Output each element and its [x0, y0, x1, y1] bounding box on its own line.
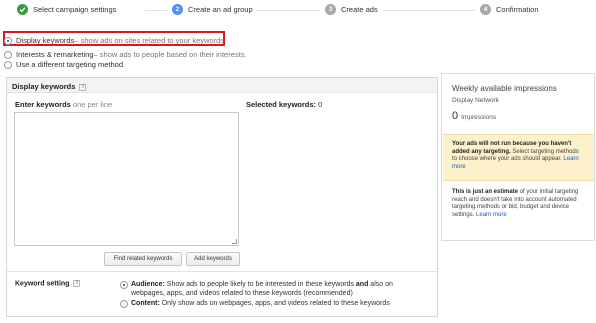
- selected-keywords-label: Selected keywords: 0: [246, 100, 322, 109]
- panel-header: Display keywords ?: [7, 78, 437, 93]
- keyword-setting-label: Keyword setting ?: [15, 280, 81, 288]
- step-select-campaign-settings: Select campaign settings: [17, 4, 116, 15]
- impressions-card: Weekly available impressions Display Net…: [441, 73, 595, 241]
- audience-title: Audience:: [131, 281, 165, 288]
- no-targeting-warning: Your ads will not run because you haven'…: [443, 134, 594, 181]
- note-bold: This is just an estimate: [452, 189, 519, 195]
- content-title: Content:: [131, 300, 160, 307]
- find-related-keywords-button[interactable]: Find related keywords: [104, 252, 182, 266]
- content-option-text: Content: Only show ads on webpages, apps…: [120, 299, 420, 308]
- option-title: Display keywords: [16, 36, 75, 45]
- impressions-label: Impressions: [461, 114, 497, 121]
- targeting-option-display-keywords[interactable]: Display keywords – show ads on sites rel…: [4, 36, 226, 45]
- add-keywords-button[interactable]: Add keywords: [186, 252, 240, 266]
- help-icon[interactable]: ?: [73, 280, 81, 287]
- option-title: Interests & remarketing: [16, 50, 94, 59]
- radio-button[interactable]: [4, 60, 12, 69]
- selected-keywords-text: Selected keywords:: [246, 100, 317, 109]
- targeting-option-interests[interactable]: Interests & remarketing – show ads to pe…: [4, 50, 247, 59]
- audience-and: and: [355, 281, 369, 288]
- divider: [7, 271, 437, 272]
- keyword-setting-text: Keyword setting: [15, 280, 70, 288]
- step-label: Create ads: [341, 5, 378, 14]
- radio-button[interactable]: [4, 36, 12, 45]
- resize-grip-icon[interactable]: [232, 239, 237, 244]
- step-label: Create an ad group: [188, 5, 253, 14]
- keywords-textarea[interactable]: [14, 112, 239, 246]
- option-title: Use a different targeting method: [16, 60, 124, 69]
- audience-option-text: Audience: Show ads to people likely to b…: [120, 280, 420, 298]
- panel-title: Display keywords ?: [12, 82, 87, 91]
- step-create-ad-group: 2 Create an ad group: [172, 4, 253, 15]
- audience-option[interactable]: Audience: Show ads to people likely to b…: [120, 280, 420, 298]
- option-description: – show ads on sites related to your keyw…: [74, 36, 227, 45]
- step-label: Select campaign settings: [33, 5, 117, 14]
- display-keywords-panel: Display keywords ? Enter keywords one pe…: [6, 77, 438, 317]
- enter-keywords-label: Enter keywords one per line: [15, 100, 112, 109]
- enter-keywords-hint: one per line: [72, 100, 113, 109]
- step-number: 2: [172, 4, 183, 15]
- content-option[interactable]: Content: Only show ads on webpages, apps…: [120, 299, 420, 308]
- option-description: – show ads to people based on their inte…: [93, 50, 247, 59]
- wizard-steps: Select campaign settings 2 Create an ad …: [0, 0, 596, 22]
- step-connector: [145, 10, 167, 11]
- impressions-count: 0 Impressions: [452, 110, 496, 122]
- enter-keywords-text: Enter keywords: [15, 100, 71, 109]
- check-icon: [17, 4, 28, 15]
- selected-keywords-count: 0: [318, 100, 323, 109]
- step-confirmation: 4 Confirmation: [480, 4, 539, 15]
- radio-button[interactable]: [120, 281, 128, 289]
- content-text: Only show ads on webpages, apps, and vid…: [159, 300, 390, 307]
- card-title: Weekly available impressions: [452, 84, 557, 93]
- step-connector: [383, 10, 475, 11]
- step-number: 4: [480, 4, 491, 15]
- step-connector: [256, 10, 320, 11]
- audience-text: Show ads to people likely to be interest…: [164, 281, 356, 288]
- impressions-value: 0: [452, 110, 459, 122]
- panel-title-text: Display keywords: [12, 82, 76, 91]
- step-number: 3: [325, 4, 336, 15]
- step-create-ads: 3 Create ads: [325, 4, 378, 15]
- targeting-option-different-method[interactable]: Use a different targeting method: [4, 60, 123, 69]
- network-label: Display Network: [452, 97, 499, 104]
- estimate-note: This is just an estimate of your initial…: [452, 189, 588, 219]
- radio-button[interactable]: [4, 50, 12, 59]
- step-label: Confirmation: [496, 5, 539, 14]
- help-icon[interactable]: ?: [79, 83, 87, 91]
- learn-more-link[interactable]: Learn more: [476, 212, 507, 218]
- radio-button[interactable]: [120, 300, 128, 308]
